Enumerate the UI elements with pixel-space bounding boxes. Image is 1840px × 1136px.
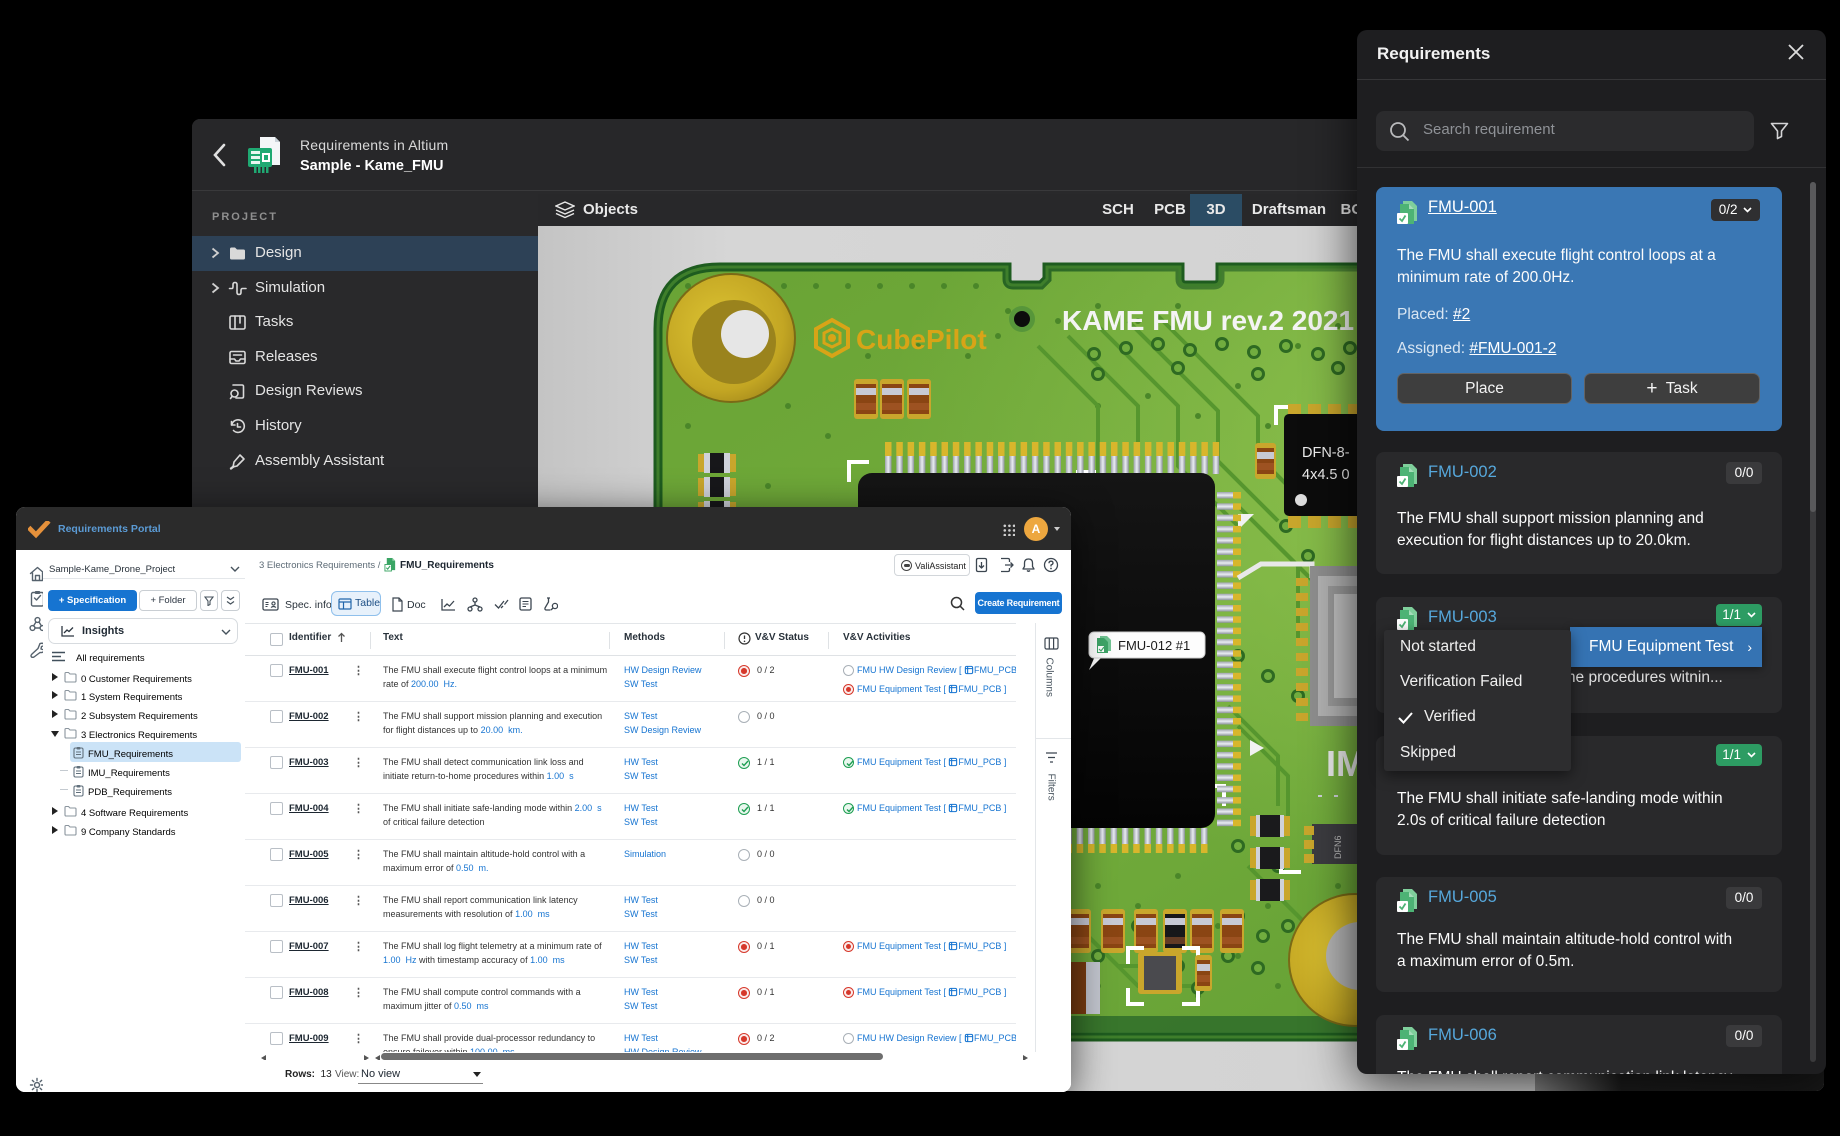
svg-text:KAME FMU rev.2 2021: KAME FMU rev.2 2021 bbox=[1062, 305, 1354, 336]
svg-text:DFN6: DFN6 bbox=[1333, 835, 1343, 859]
svg-text:CubePilot: CubePilot bbox=[856, 324, 987, 355]
svg-text:4x4.5 0: 4x4.5 0 bbox=[1302, 467, 1350, 483]
svg-text:DFN-8-: DFN-8- bbox=[1302, 445, 1350, 461]
svg-text:FMU-012 #1: FMU-012 #1 bbox=[1118, 638, 1190, 653]
